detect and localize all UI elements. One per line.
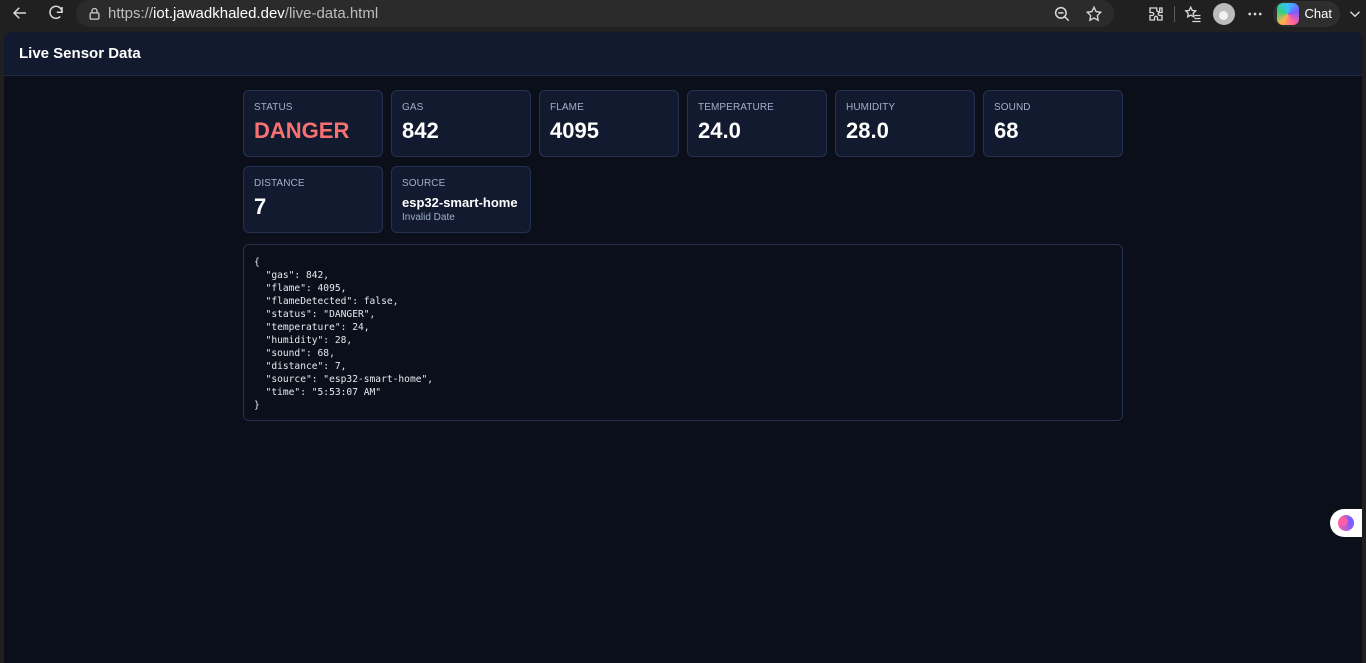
card-label: GAS [402,102,424,113]
address-bar[interactable]: https://iot.jawadkhaled.dev/live-data.ht… [76,0,1114,27]
zoom-out-icon [1054,6,1070,21]
status-value: DANGER [254,118,350,143]
card-label: SOURCE [402,178,446,189]
sound-value: 68 [994,118,1019,143]
humidity-card: HUMIDITY 28.0 [835,90,975,157]
distance-card: DISTANCE 7 [243,166,383,233]
gas-card: GAS 842 [391,90,531,157]
sidebar-assistant-button[interactable] [1330,509,1362,537]
url-text: https://iot.jawadkhaled.dev/live-data.ht… [108,5,379,22]
flame-value: 4095 [550,118,599,143]
sensor-card-grid: STATUS DANGER GAS 842 FLAME 4095 TEMPERA… [243,90,1123,233]
arrow-left-icon [12,7,26,19]
profile-avatar[interactable] [1212,2,1235,25]
flame-card: FLAME 4095 [539,90,679,157]
card-label: STATUS [254,102,293,113]
back-button[interactable] [2,0,38,26]
reload-button[interactable] [38,0,74,26]
more-menu-button[interactable] [1241,1,1269,27]
source-card: SOURCE esp32-smart-home Invalid Date [391,166,531,233]
copilot-icon [1276,2,1299,25]
star-icon [1085,5,1103,21]
card-label: HUMIDITY [846,102,896,113]
copilot-chat-button[interactable]: Chat [1272,0,1340,27]
temperature-value: 24.0 [698,118,741,143]
browser-toolbar: https://iot.jawadkhaled.dev/live-data.ht… [0,0,1366,28]
raw-json-panel: { "gas": 842, "flame": 4095, "flameDetec… [243,244,1123,421]
gas-value: 842 [402,118,439,143]
chevron-down-button[interactable] [1344,1,1366,27]
card-label: FLAME [550,102,584,113]
page-viewport: Live Sensor Data STATUS DANGER GAS 842 F… [4,32,1362,663]
chevron-down-icon [1349,10,1361,17]
temperature-card: TEMPERATURE 24.0 [687,90,827,157]
distance-value: 7 [254,194,267,219]
reload-icon [49,5,63,20]
puzzle-icon [1148,6,1163,21]
sound-card: SOUND 68 [983,90,1123,157]
page-header: Live Sensor Data [4,32,1362,76]
card-label: SOUND [994,102,1031,113]
lock-icon [86,6,102,22]
brain-icon [1338,515,1354,531]
favorites-button[interactable] [1179,1,1207,27]
favorites-list-icon [1183,5,1201,22]
card-label: TEMPERATURE [698,102,774,113]
favorite-button[interactable] [1080,1,1108,27]
source-value: esp32-smart-home [402,195,518,210]
status-card: STATUS DANGER [243,90,383,157]
humidity-value: 28.0 [846,118,889,143]
card-label: DISTANCE [254,178,305,189]
zoom-button[interactable] [1048,1,1076,27]
source-timestamp: Invalid Date [402,212,455,223]
sensor-dashboard: STATUS DANGER GAS 842 FLAME 4095 TEMPERA… [243,90,1123,421]
more-dots-icon [1247,12,1262,15]
raw-json-text: { "gas": 842, "flame": 4095, "flameDetec… [254,257,434,411]
extensions-button[interactable] [1142,1,1170,27]
page-title: Live Sensor Data [19,45,141,62]
toolbar-divider [1173,5,1175,22]
